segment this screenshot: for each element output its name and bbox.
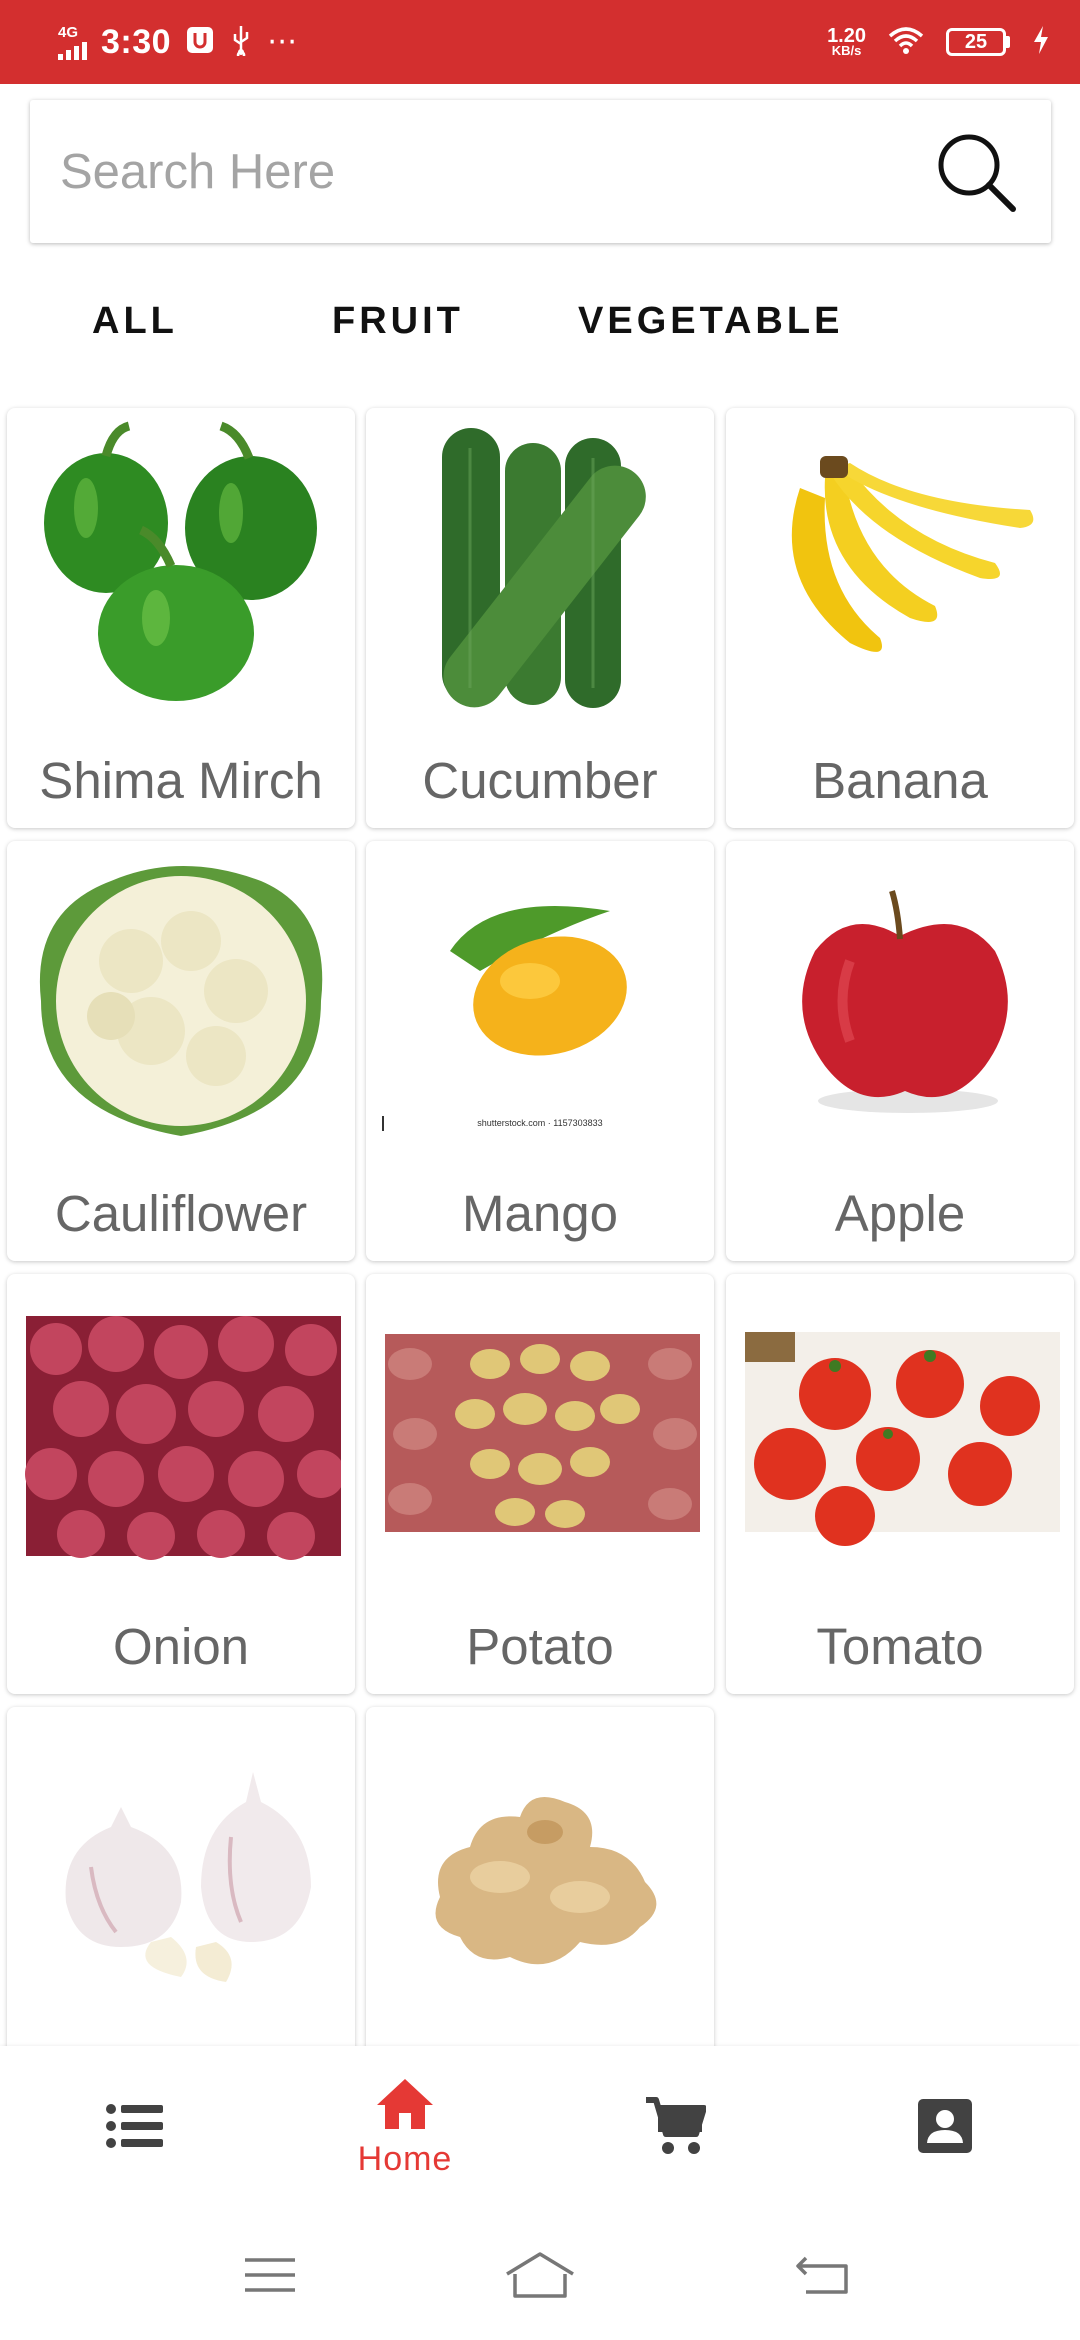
search-bar[interactable]	[30, 100, 1051, 243]
green-capsicum-image	[17, 418, 345, 718]
home-outline-icon[interactable]	[500, 2240, 580, 2310]
tab-all[interactable]: ALL	[92, 300, 178, 343]
product-name: Cucumber	[422, 752, 658, 809]
product-card-apple[interactable]: Apple	[726, 841, 1074, 1261]
product-card-cucumber[interactable]: Cucumber	[366, 408, 714, 828]
status-time: 3:30	[101, 22, 172, 61]
cauliflower-image	[17, 851, 345, 1151]
status-bar: 4G 3:30 ⋯ 1.20 KB/s 25	[0, 0, 1080, 84]
nav-home[interactable]: Home	[270, 2046, 540, 2210]
tab-vegetable[interactable]: VEGETABLE	[578, 300, 843, 343]
nav-cart[interactable]	[540, 2046, 810, 2210]
nav-categories[interactable]	[0, 2046, 270, 2210]
status-right: 1.20 KB/s 25	[827, 25, 1050, 60]
product-name: Tomato	[816, 1618, 984, 1675]
product-name: Onion	[112, 1618, 250, 1675]
product-name: Mango	[462, 1185, 618, 1242]
product-card-tomato[interactable]: Tomato	[726, 1274, 1074, 1694]
status-left: 4G 3:30 ⋯	[58, 23, 297, 62]
product-card-shima-mirch[interactable]: Shima Mirch	[7, 408, 355, 828]
ginger-image	[376, 1717, 704, 2017]
usb-icon	[229, 24, 253, 61]
usb-debug-icon	[185, 25, 215, 60]
mango-image: shutterstock.com · 1157303833	[376, 851, 704, 1151]
product-name: Apple	[834, 1185, 966, 1242]
charging-icon	[1032, 25, 1050, 60]
network-type: 4G	[58, 23, 79, 41]
product-card-onion[interactable]: Onion	[7, 1274, 355, 1694]
product-name: Cauliflower	[54, 1185, 308, 1242]
product-name: Potato	[466, 1618, 614, 1675]
garlic-image	[17, 1717, 345, 2017]
product-card-potato[interactable]: Potato	[366, 1274, 714, 1694]
menu-icon[interactable]	[230, 2240, 310, 2310]
nav-account[interactable]	[810, 2046, 1080, 2210]
search-icon[interactable]	[931, 127, 1021, 217]
more-dots-icon: ⋯	[267, 25, 298, 58]
nav-home-label: Home	[357, 2140, 453, 2178]
bottom-navigation: Home	[0, 2046, 1080, 2210]
battery-icon: 25	[946, 28, 1010, 56]
home-icon	[375, 2077, 435, 2136]
product-card-mango[interactable]: shutterstock.com · 1157303833 Mango	[366, 841, 714, 1261]
search-input[interactable]	[60, 143, 931, 200]
network-speed: 1.20 KB/s	[827, 26, 866, 59]
tomatoes-image	[736, 1284, 1064, 1584]
back-icon[interactable]	[782, 2240, 862, 2310]
apple-image	[736, 851, 1064, 1151]
network-icon: 4G	[58, 25, 87, 60]
account-icon	[916, 2097, 974, 2160]
image-watermark: shutterstock.com · 1157303833	[477, 1118, 602, 1128]
speed-unit: KB/s	[831, 43, 862, 59]
product-name: Shima Mirch	[39, 752, 323, 809]
onions-image	[17, 1284, 345, 1584]
battery-level: 25	[964, 30, 988, 53]
category-tabs: ALL FRUIT VEGETABLE	[0, 300, 1080, 364]
potatoes-image	[376, 1284, 704, 1584]
product-name: Banana	[812, 752, 988, 809]
tab-fruit[interactable]: FRUIT	[332, 300, 464, 343]
bananas-image	[736, 418, 1064, 718]
list-icon	[105, 2101, 165, 2156]
product-card-cauliflower[interactable]: Cauliflower	[7, 841, 355, 1261]
wifi-icon	[888, 26, 924, 59]
cart-icon	[644, 2096, 707, 2161]
system-navigation	[0, 2210, 1080, 2340]
cucumbers-image	[376, 418, 704, 718]
product-card-banana[interactable]: Banana	[726, 408, 1074, 828]
